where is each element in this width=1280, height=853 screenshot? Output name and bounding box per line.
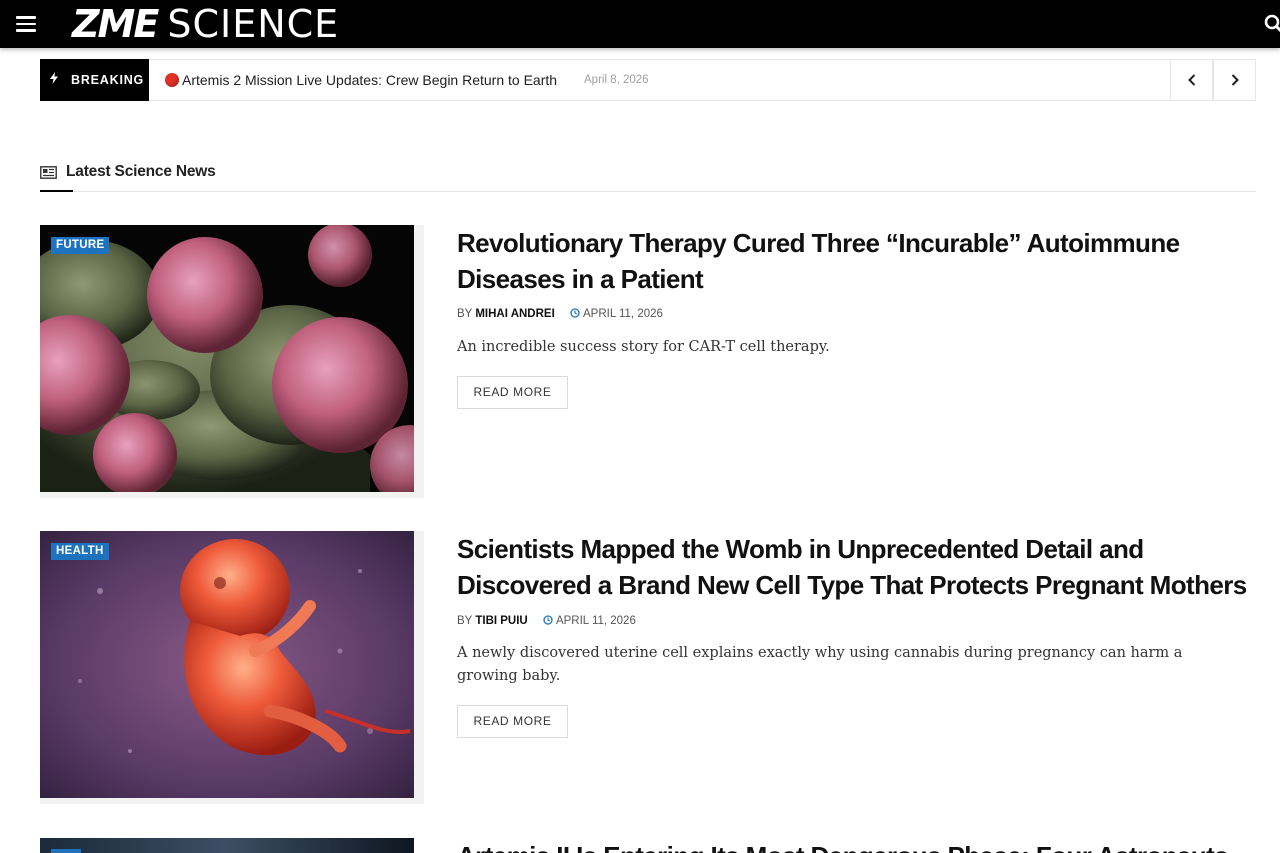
article-date: APRIL 11, 2026	[555, 615, 636, 627]
breaking-label-text: BREAKING	[71, 73, 145, 87]
section-title: Latest Science News	[66, 163, 216, 180]
logo-science: SCIENCE	[167, 2, 340, 46]
clock-icon	[570, 308, 580, 318]
thumb-shadow	[414, 225, 424, 498]
top-navigation-bar: ZME SCIENCE	[0, 0, 1280, 48]
article-date: APRIL 11, 2026	[582, 308, 663, 320]
live-dot-icon	[165, 73, 179, 87]
logo-zme: ZME	[72, 2, 159, 46]
hamburger-menu-icon[interactable]	[16, 15, 36, 33]
ticker-next-button[interactable]	[1213, 59, 1256, 101]
thumb-shadow	[414, 531, 424, 804]
thumb-shadow	[40, 798, 424, 804]
article-title[interactable]: Revolutionary Therapy Cured Three “Incur…	[457, 225, 1247, 297]
article-excerpt: An incredible success story for CAR-T ce…	[457, 339, 830, 355]
author-link[interactable]: TIBI PUIU	[475, 615, 527, 627]
category-badge[interactable]: HEALTH	[51, 543, 109, 560]
article-meta: BY MIHAI ANDREI APRIL 11, 2026	[457, 308, 663, 320]
article-title[interactable]: Scientists Mapped the Womb in Unpreceden…	[457, 531, 1247, 603]
article-meta: BY TIBI PUIU APRIL 11, 2026	[457, 615, 636, 627]
article-thumbnail[interactable]: HEALTH	[40, 531, 414, 798]
read-more-button[interactable]: READ MORE	[457, 705, 568, 738]
article-excerpt: A newly discovered uterine cell explains…	[457, 645, 1183, 684]
search-icon[interactable]	[1264, 14, 1280, 34]
article-card: HEALTH Scientists Mapped the Womb in Unp…	[40, 531, 1256, 811]
newspaper-icon	[40, 166, 57, 179]
thumb-shadow	[40, 492, 424, 498]
read-more-button[interactable]: READ MORE	[457, 376, 568, 409]
breaking-label: BREAKING	[40, 59, 149, 101]
breaking-news-ticker: BREAKING Artemis 2 Mission Live Updates:…	[40, 59, 1256, 101]
space-image	[40, 838, 414, 853]
ticker-prev-button[interactable]	[1170, 59, 1213, 101]
category-badge[interactable]: FUTURE	[51, 237, 110, 254]
bolt-icon	[50, 60, 60, 102]
clock-icon	[543, 615, 553, 625]
article-date-wrap: APRIL 11, 2026	[543, 615, 636, 627]
breaking-date: April 8, 2026	[584, 74, 649, 86]
article-thumbnail[interactable]: FUTURE	[40, 225, 414, 492]
chevron-right-icon	[1231, 74, 1239, 86]
breaking-headline: Artemis 2 Mission Live Updates: Crew Beg…	[182, 72, 558, 88]
article-title[interactable]: Artemis II Is Entering Its Most Dangerou…	[457, 838, 1247, 853]
article-card: Artemis II Is Entering Its Most Dangerou…	[40, 838, 1256, 853]
cells-image	[40, 225, 414, 492]
author-link[interactable]: MIHAI ANDREI	[475, 308, 554, 320]
chevron-left-icon	[1187, 74, 1195, 86]
article-thumbnail[interactable]	[40, 838, 414, 853]
byline-prefix: BY	[457, 615, 473, 627]
breaking-headline-link[interactable]: Artemis 2 Mission Live Updates: Crew Beg…	[165, 60, 557, 100]
byline-prefix: BY	[457, 308, 473, 320]
article-date-wrap: APRIL 11, 2026	[570, 308, 663, 320]
article-card: FUTURE Revolutionary Therapy Cured Three…	[40, 225, 1256, 505]
section-heading: Latest Science News	[40, 161, 1256, 192]
site-logo[interactable]: ZME SCIENCE	[72, 3, 339, 45]
embryo-image	[40, 531, 414, 798]
